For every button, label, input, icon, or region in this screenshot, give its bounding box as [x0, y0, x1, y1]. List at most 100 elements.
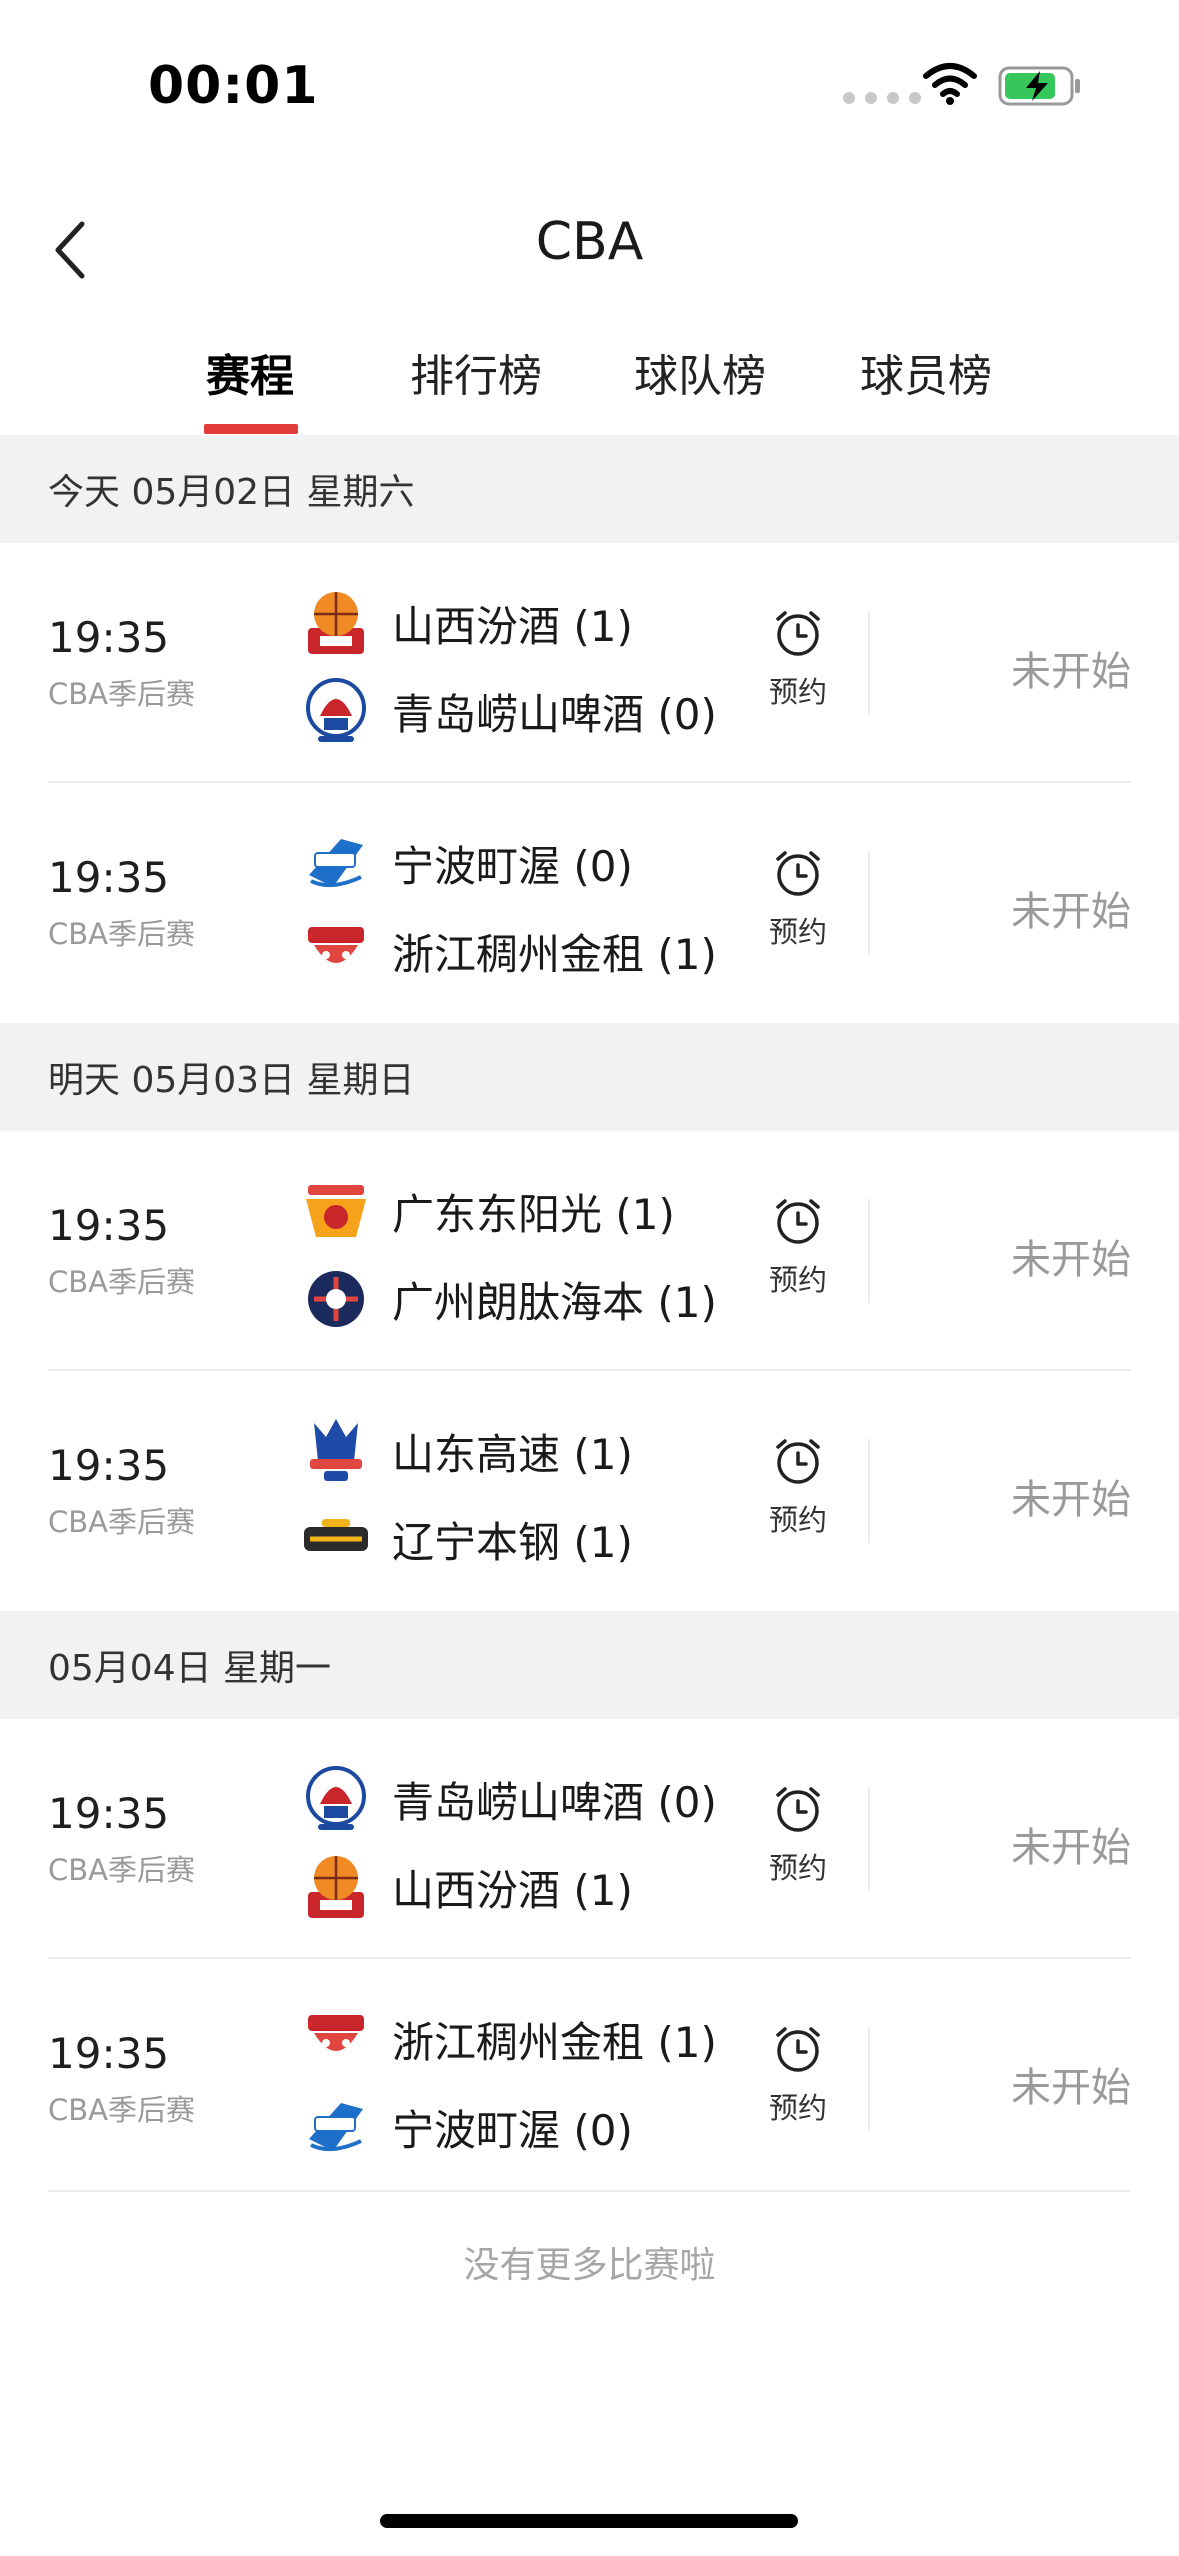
away-team: 宁波町渥 (0): [300, 2087, 633, 2167]
match-row[interactable]: 19:35 CBA季后赛 宁波町渥 (0) 浙江稠州金租 (1) 预约 未开始: [0, 783, 1179, 1023]
status-bar: 00:01: [0, 0, 1179, 170]
match-row[interactable]: 19:35 CBA季后赛 广东东阳光 (1) 广州朗肽海本 (1) 预约 未开始: [0, 1131, 1179, 1371]
match-status: 未开始: [1011, 1825, 1131, 1871]
match-time: 19:35: [48, 1201, 170, 1250]
day-header: 05月04日 星期一: [0, 1611, 1179, 1719]
battery-charging-icon: [998, 66, 1080, 106]
nav-bar: CBA: [0, 190, 1179, 300]
match-time: 19:35: [48, 1441, 170, 1490]
tab-schedule[interactable]: 赛程: [206, 340, 294, 404]
match-time: 19:35: [48, 2029, 170, 2078]
away-team: 浙江稠州金租 (1): [300, 911, 717, 991]
team-name: 辽宁本钢 (1): [392, 1517, 633, 1567]
home-indicator[interactable]: [380, 2514, 798, 2528]
home-team: 山西汾酒 (1): [300, 583, 633, 663]
liaoning-logo: [300, 1503, 372, 1575]
match-time: 19:35: [48, 1789, 170, 1838]
tab-bar: 赛程 排行榜 球队榜 球员榜: [0, 320, 1179, 435]
qingdao-logo: [300, 675, 372, 747]
reminder-button[interactable]: 预约: [760, 847, 836, 951]
divider: [868, 2027, 870, 2131]
away-team: 广州朗肽海本 (1): [300, 1259, 717, 1339]
team-name: 山西汾酒 (1): [392, 601, 633, 651]
team-name: 浙江稠州金租 (1): [392, 2017, 717, 2067]
reminder-label: 预约: [768, 915, 827, 949]
away-team: 山西汾酒 (1): [300, 1847, 633, 1927]
team-name: 宁波町渥 (0): [392, 841, 633, 891]
reminder-label: 预约: [768, 1263, 827, 1297]
day-header: 今天 05月02日 星期六: [0, 435, 1179, 543]
page-title: CBA: [535, 212, 644, 272]
guangdong-logo: [300, 1175, 372, 1247]
alarm-clock-icon: [772, 1439, 824, 1491]
ningbo-logo: [300, 2091, 372, 2163]
zhejiang-logo: [300, 915, 372, 987]
match-league: CBA季后赛: [48, 2093, 195, 2127]
shanxi-logo: [300, 1851, 372, 1923]
ningbo-logo: [300, 827, 372, 899]
match-status: 未开始: [1011, 889, 1131, 935]
tab-rankings[interactable]: 排行榜: [410, 340, 542, 404]
divider: [868, 1439, 870, 1543]
match-status: 未开始: [1011, 1477, 1131, 1523]
match-row[interactable]: 19:35 CBA季后赛 青岛崂山啤酒 (0) 山西汾酒 (1) 预约 未开始: [0, 1719, 1179, 1959]
reminder-button[interactable]: 预约: [760, 2023, 836, 2127]
status-time: 00:01: [148, 56, 319, 116]
qingdao-logo: [300, 1763, 372, 1835]
divider: [868, 1199, 870, 1303]
team-name: 广州朗肽海本 (1): [392, 1277, 717, 1327]
match-league: CBA季后赛: [48, 1505, 195, 1539]
team-name: 山西汾酒 (1): [392, 1865, 633, 1915]
alarm-clock-icon: [772, 1199, 824, 1251]
divider: [868, 611, 870, 715]
alarm-clock-icon: [772, 851, 824, 903]
reminder-label: 预约: [768, 2091, 827, 2125]
reminder-label: 预约: [768, 1503, 827, 1537]
match-status: 未开始: [1011, 649, 1131, 695]
schedule-list: 今天 05月02日 星期六 19:35 CBA季后赛 山西汾酒 (1) 青岛崂山…: [0, 435, 1179, 2199]
match-league: CBA季后赛: [48, 1265, 195, 1299]
match-time: 19:35: [48, 853, 170, 902]
divider: [868, 851, 870, 955]
match-status: 未开始: [1011, 2065, 1131, 2111]
reminder-label: 预约: [768, 1851, 827, 1885]
match-row[interactable]: 19:35 CBA季后赛 浙江稠州金租 (1) 宁波町渥 (0) 预约 未开始: [0, 1959, 1179, 2199]
match-time: 19:35: [48, 613, 170, 662]
shandong-logo: [300, 1415, 372, 1487]
reminder-button[interactable]: 预约: [760, 1783, 836, 1887]
day-header: 明天 05月03日 星期日: [0, 1023, 1179, 1131]
reminder-button[interactable]: 预约: [760, 1195, 836, 1299]
away-team: 青岛崂山啤酒 (0): [300, 671, 717, 751]
divider: [868, 1787, 870, 1891]
alarm-clock-icon: [772, 2027, 824, 2079]
home-team: 浙江稠州金租 (1): [300, 1999, 717, 2079]
alarm-clock-icon: [772, 1787, 824, 1839]
wifi-icon: [923, 63, 977, 105]
cellular-signal-icon: [843, 92, 921, 104]
team-name: 浙江稠州金租 (1): [392, 929, 717, 979]
tab-team-stats[interactable]: 球队榜: [634, 340, 766, 404]
alarm-clock-icon: [772, 611, 824, 663]
reminder-button[interactable]: 预约: [760, 607, 836, 711]
team-name: 广东东阳光 (1): [392, 1189, 675, 1239]
home-team: 宁波町渥 (0): [300, 823, 633, 903]
reminder-button[interactable]: 预约: [760, 1435, 836, 1539]
active-tab-indicator: [204, 424, 298, 434]
no-more-matches-text: 没有更多比赛啦: [48, 2190, 1131, 2288]
team-name: 青岛崂山啤酒 (0): [392, 1777, 717, 1827]
home-team: 青岛崂山啤酒 (0): [300, 1759, 717, 1839]
match-status: 未开始: [1011, 1237, 1131, 1283]
team-name: 山东高速 (1): [392, 1429, 633, 1479]
zhejiang-logo: [300, 2003, 372, 2075]
guangzhou-logo: [300, 1263, 372, 1335]
tab-player-stats[interactable]: 球员榜: [860, 340, 992, 404]
reminder-label: 预约: [768, 675, 827, 709]
match-league: CBA季后赛: [48, 917, 195, 951]
match-league: CBA季后赛: [48, 1853, 195, 1887]
home-team: 广东东阳光 (1): [300, 1171, 675, 1251]
team-name: 宁波町渥 (0): [392, 2105, 633, 2155]
match-league: CBA季后赛: [48, 677, 195, 711]
match-row[interactable]: 19:35 CBA季后赛 山东高速 (1) 辽宁本钢 (1) 预约 未开始: [0, 1371, 1179, 1611]
away-team: 辽宁本钢 (1): [300, 1499, 633, 1579]
match-row[interactable]: 19:35 CBA季后赛 山西汾酒 (1) 青岛崂山啤酒 (0) 预约 未开始: [0, 543, 1179, 783]
